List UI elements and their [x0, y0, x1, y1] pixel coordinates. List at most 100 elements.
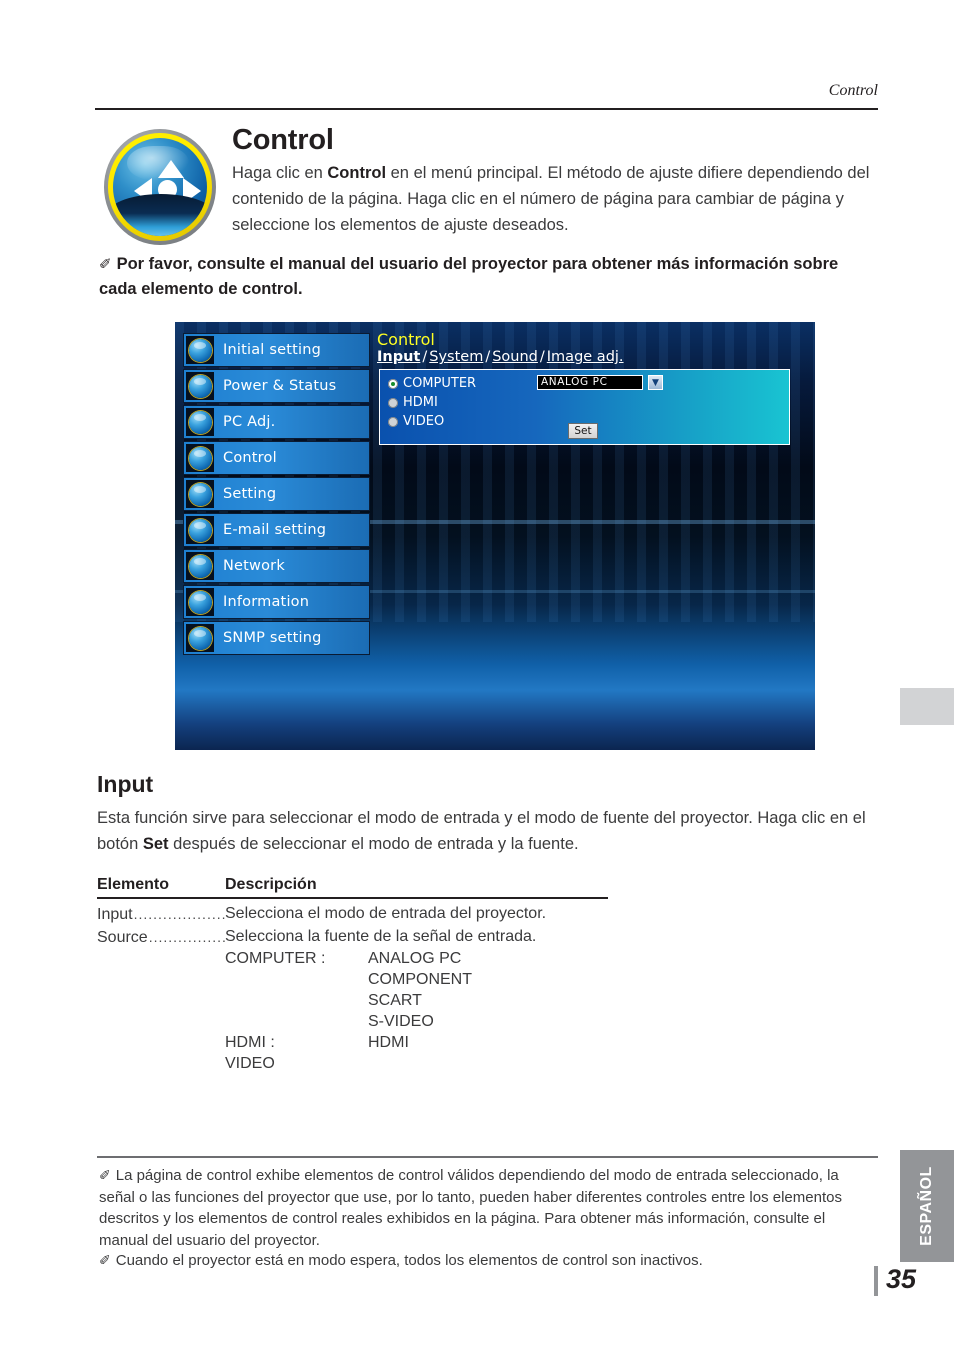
- radio-video[interactable]: VIDEO: [388, 414, 444, 429]
- projector-web-ui-screenshot: Initial setting Power & Status PC Adj. C…: [175, 322, 815, 750]
- source-group-label: VIDEO: [225, 1055, 275, 1072]
- page-title: Control: [232, 124, 334, 156]
- sidebar-item-label: Power & Status: [223, 378, 337, 394]
- list-item: COMPUTER : ANALOG PC: [225, 948, 472, 969]
- sidebar-item-label: Control: [223, 450, 277, 466]
- setting-icon: [186, 480, 214, 508]
- table-cell-item: Source: [97, 928, 148, 946]
- tab-input[interactable]: Input: [377, 349, 420, 365]
- pencil-icon: ✐: [99, 256, 112, 273]
- running-header: Control: [828, 82, 878, 99]
- list-item: HDMI : HDMI: [225, 1032, 472, 1053]
- source-group-label: [225, 1011, 368, 1032]
- table-header-description: Descripción: [225, 876, 317, 893]
- source-select[interactable]: ANALOG PC: [537, 375, 643, 390]
- footnote-2-text: Cuando el proyector está en modo espera,…: [115, 1252, 703, 1269]
- table-rule: [97, 897, 608, 899]
- table-row: Input ........................ Seleccion…: [97, 903, 617, 926]
- section-text-post: después de seleccionar el modo de entrad…: [168, 835, 579, 853]
- footnote-1: ✐ La página de control exhibe elementos d…: [99, 1165, 869, 1251]
- source-option-value: S-VIDEO: [368, 1013, 434, 1030]
- dot-leader: ........................: [133, 905, 225, 922]
- tab-separator: /: [485, 349, 491, 365]
- intro-paragraph: Haga clic en Control en el menú principa…: [232, 160, 880, 238]
- sidebar-item-initial-setting[interactable]: Initial setting: [183, 333, 370, 367]
- top-note: ✐ Por favor, consulte el manual del usuar…: [99, 252, 859, 302]
- intro-text-bold: Control: [327, 164, 387, 182]
- footnote-1-text: La página de control exhibe elementos de…: [99, 1167, 842, 1249]
- tab-separator: /: [422, 349, 428, 365]
- sidebar-item-network[interactable]: Network: [183, 549, 370, 583]
- footnote-rule: [97, 1156, 878, 1158]
- sidebar-item-pc-adj[interactable]: PC Adj.: [183, 405, 370, 439]
- section-tab-marker: [900, 688, 954, 725]
- radio-dot-icon: [388, 416, 398, 427]
- sidebar-item-label: E-mail setting: [223, 522, 327, 538]
- screenshot-tabs: Input / System / Sound / Image adj.: [377, 349, 624, 365]
- set-button[interactable]: Set: [568, 423, 598, 439]
- dot-leader: .....................: [148, 928, 225, 945]
- pencil-icon: ✐: [99, 1167, 111, 1183]
- table-row: Source ..................... Selecciona …: [97, 926, 617, 949]
- screenshot-input-panel: COMPUTER HDMI VIDEO ANALOG PC ▼ Set: [379, 369, 790, 445]
- sidebar-item-label: Setting: [223, 486, 277, 502]
- list-item: COMPONENT: [225, 969, 472, 990]
- language-tab: ESPAÑOL: [900, 1150, 954, 1262]
- radio-dot-selected-icon: [388, 378, 398, 389]
- table-header-row: Elemento Descripción: [97, 876, 617, 897]
- sphere-body: [113, 138, 207, 236]
- sidebar-item-setting[interactable]: Setting: [183, 477, 370, 511]
- radio-hdmi[interactable]: HDMI: [388, 395, 438, 410]
- radio-label: VIDEO: [403, 414, 445, 429]
- radio-label: HDMI: [403, 395, 438, 410]
- pencil-icon: ✐: [99, 1252, 111, 1268]
- snmp-setting-icon: [186, 624, 214, 652]
- tab-system[interactable]: System: [429, 349, 483, 365]
- sidebar-item-label: SNMP setting: [223, 630, 322, 646]
- sidebar-item-control[interactable]: Control: [183, 441, 370, 475]
- footnote-2: ✐ Cuando el proyector está en modo espera…: [99, 1250, 869, 1272]
- sidebar-item-label: Initial setting: [223, 342, 322, 358]
- tab-sound[interactable]: Sound: [492, 349, 538, 365]
- table-header-item: Elemento: [97, 876, 170, 893]
- header-rule: [95, 108, 878, 110]
- pc-adj-icon: [186, 408, 214, 436]
- table-cell-item: Input: [97, 905, 133, 923]
- sidebar-item-power-status[interactable]: Power & Status: [183, 369, 370, 403]
- sidebar-item-label: Network: [223, 558, 285, 574]
- page-number: 35: [886, 1264, 917, 1294]
- screenshot-sidebar: Initial setting Power & Status PC Adj. C…: [183, 333, 370, 657]
- page-number-bar: [874, 1266, 878, 1296]
- sidebar-item-information[interactable]: Information: [183, 585, 370, 619]
- list-item: SCART: [225, 990, 472, 1011]
- radio-computer[interactable]: COMPUTER: [388, 376, 476, 391]
- table-cell-description: Selecciona la fuente de la señal de entr…: [225, 927, 537, 945]
- network-icon: [186, 552, 214, 580]
- arrow-up-icon: [158, 160, 184, 178]
- sidebar-item-label: Information: [223, 594, 310, 610]
- tab-image-adj[interactable]: Image adj.: [547, 349, 624, 365]
- intro-text-pre: Haga clic en: [232, 164, 328, 182]
- sphere-swoosh: [113, 194, 207, 236]
- tab-separator: /: [539, 349, 545, 365]
- power-status-icon: [186, 372, 214, 400]
- source-options-list: COMPUTER : ANALOG PC COMPONENT SCART S-V…: [225, 948, 472, 1074]
- chevron-down-icon[interactable]: ▼: [648, 375, 663, 390]
- description-table: Elemento Descripción Input .............…: [97, 876, 617, 949]
- source-option-value: HDMI: [368, 1034, 409, 1051]
- source-group-label: HDMI :: [225, 1034, 275, 1051]
- section-text-bold: Set: [142, 835, 169, 853]
- table-cell-description: Selecciona el modo de entrada del proyec…: [225, 904, 547, 922]
- radio-label: COMPUTER: [403, 376, 477, 391]
- section-heading: Input: [97, 771, 154, 797]
- list-item: S-VIDEO: [225, 1011, 472, 1032]
- sidebar-item-email-setting[interactable]: E-mail setting: [183, 513, 370, 547]
- control-icon: [186, 444, 214, 472]
- sidebar-item-label: PC Adj.: [223, 414, 276, 430]
- source-option-value: ANALOG PC: [368, 950, 462, 967]
- sidebar-item-snmp-setting[interactable]: SNMP setting: [183, 621, 370, 655]
- information-icon: [186, 588, 214, 616]
- initial-setting-icon: [186, 336, 214, 364]
- radio-dot-icon: [388, 397, 398, 408]
- source-option-value: SCART: [368, 992, 422, 1009]
